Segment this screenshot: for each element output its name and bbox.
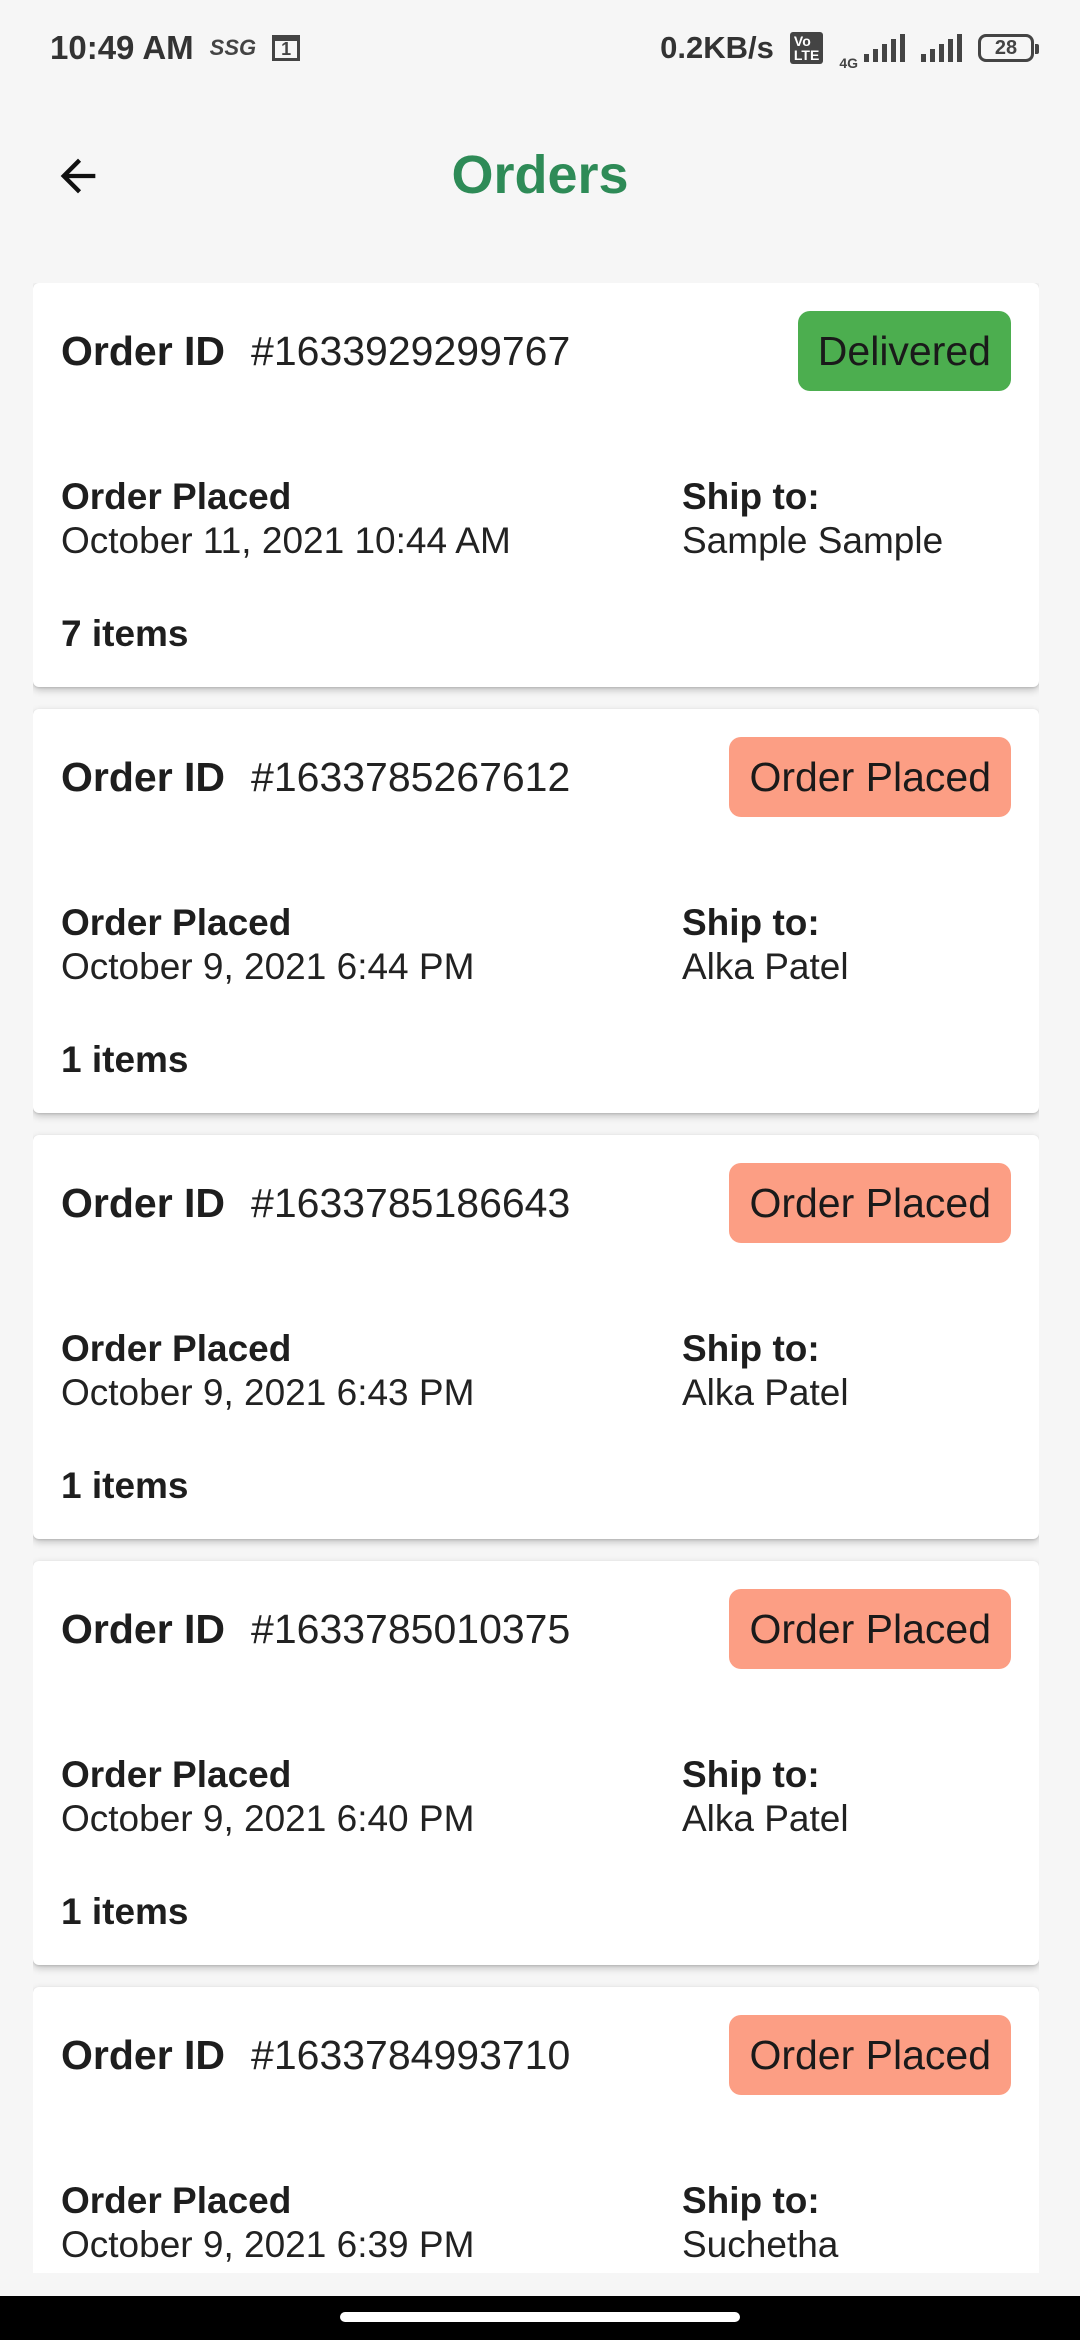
order-placed-label: Order Placed — [61, 476, 292, 517]
items-count: 1 items — [61, 1039, 189, 1080]
order-card[interactable]: Order ID #1633785186643 Order Placed Ord… — [33, 1135, 1039, 1539]
ship-to-name: Alka Patel — [682, 946, 849, 987]
status-badge: Delivered — [797, 311, 1011, 391]
order-placed-label: Order Placed — [61, 1754, 292, 1795]
order-card[interactable]: Order ID #1633784993710 Order Placed Ord… — [33, 1987, 1039, 2273]
app-bar: Orders — [0, 110, 1080, 240]
ship-to-name: Suchetha — [682, 2224, 839, 2265]
volte-icon: Vo LTE — [789, 32, 824, 64]
order-id-label: Order ID — [61, 1605, 226, 1652]
orders-list[interactable]: Order ID #1633929299767 Delivered Order … — [33, 283, 1039, 2273]
status-badge: Order Placed — [729, 737, 1011, 817]
order-placed-label: Order Placed — [61, 902, 292, 943]
order-placed-label: Order Placed — [61, 2180, 292, 2221]
ship-to-label: Ship to: — [682, 476, 820, 517]
order-card[interactable]: Order ID #1633929299767 Delivered Order … — [33, 283, 1039, 687]
ship-to-name: Alka Patel — [682, 1372, 849, 1413]
order-id-label: Order ID — [61, 327, 226, 374]
order-id-value: #1633785267612 — [251, 753, 571, 800]
items-count: 1 items — [61, 1465, 189, 1506]
order-placed-label: Order Placed — [61, 1328, 292, 1369]
status-badge: Order Placed — [729, 2015, 1011, 2095]
ship-to-label: Ship to: — [682, 2180, 820, 2221]
ship-to-label: Ship to: — [682, 1328, 820, 1369]
order-id-label: Order ID — [61, 1179, 226, 1226]
ship-to-label: Ship to: — [682, 902, 820, 943]
status-bar: 10:49 AM SSG 1 0.2KB/s Vo LTE 4G 28 — [0, 0, 1080, 96]
status-badge: Order Placed — [729, 1589, 1011, 1669]
battery-icon: 28 — [978, 34, 1039, 62]
order-id-label: Order ID — [61, 753, 226, 800]
order-placed-date: October 9, 2021 6:40 PM — [61, 1798, 475, 1839]
signal-icon-2 — [921, 34, 962, 62]
status-time: 10:49 AM — [50, 29, 194, 66]
carrier-icon: SSG — [209, 35, 257, 60]
items-count: 7 items — [61, 613, 189, 654]
order-placed-date: October 9, 2021 6:44 PM — [61, 946, 475, 987]
page-title: Orders — [451, 145, 629, 205]
order-placed-date: October 9, 2021 6:43 PM — [61, 1372, 475, 1413]
calendar-icon: 1 — [272, 35, 301, 61]
network-type: 4G — [839, 55, 858, 71]
order-placed-date: October 11, 2021 10:44 AM — [61, 520, 511, 561]
order-id-value: #1633784993710 — [251, 2031, 571, 2078]
order-placed-date: October 9, 2021 6:39 PM — [61, 2224, 475, 2265]
order-card[interactable]: Order ID #1633785267612 Order Placed Ord… — [33, 709, 1039, 1113]
status-badge: Order Placed — [729, 1163, 1011, 1243]
signal-icon — [864, 34, 905, 62]
order-id-value: #1633929299767 — [251, 327, 571, 374]
ship-to-name: Sample Sample — [682, 520, 944, 561]
order-card[interactable]: Order ID #1633785010375 Order Placed Ord… — [33, 1561, 1039, 1965]
network-speed: 0.2KB/s — [660, 30, 774, 65]
ship-to-name: Alka Patel — [682, 1798, 849, 1839]
order-id-value: #1633785186643 — [251, 1179, 571, 1226]
order-id-value: #1633785010375 — [251, 1605, 571, 1652]
home-gesture-handle[interactable] — [340, 2312, 740, 2322]
items-count: 1 items — [61, 1891, 189, 1932]
ship-to-label: Ship to: — [682, 1754, 820, 1795]
system-navigation-bar — [0, 2296, 1080, 2340]
order-id-label: Order ID — [61, 2031, 226, 2078]
